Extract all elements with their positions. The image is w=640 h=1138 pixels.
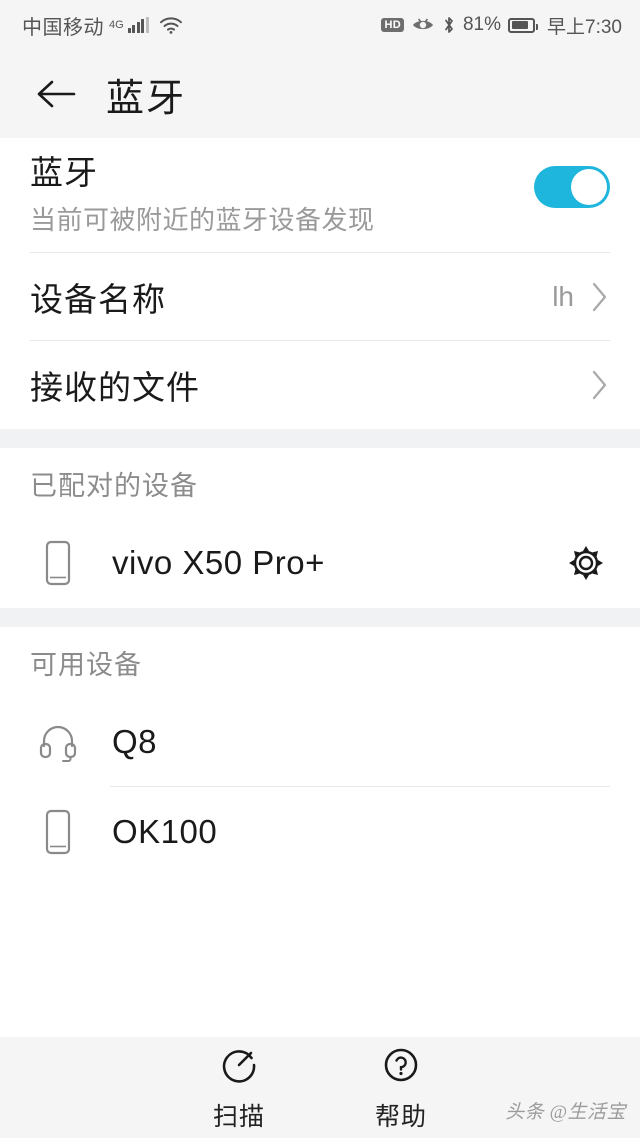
bluetooth-settings-screen: 中国移动 4G HD 81% 早上7:30 蓝牙 蓝牙 当前可被附近的蓝牙设备发… bbox=[0, 0, 640, 1138]
toggle-knob bbox=[571, 169, 607, 205]
section-gap-band bbox=[0, 608, 640, 627]
status-bar: 中国移动 4G HD 81% 早上7:30 bbox=[0, 0, 640, 50]
help-button-label: 帮助 bbox=[375, 1103, 428, 1131]
device-name-label: 设备名称 bbox=[30, 281, 166, 318]
status-bar-left: 中国移动 4G bbox=[22, 11, 183, 40]
chevron-right-icon bbox=[590, 280, 610, 314]
watermark-label: 头条 @生活宝 bbox=[505, 1102, 626, 1123]
paired-devices-header: 已配对的设备 bbox=[0, 448, 640, 518]
available-device-row[interactable]: OK100 bbox=[0, 787, 640, 877]
bottom-action-bar: 扫描 帮助 头条 @生活宝 bbox=[0, 1037, 640, 1138]
status-bar-right: HD 81% 早上7:30 bbox=[381, 12, 622, 39]
phone-icon bbox=[30, 808, 86, 856]
paired-device-name: vivo X50 Pro+ bbox=[112, 544, 325, 581]
app-bar: 蓝牙 bbox=[0, 50, 640, 138]
bluetooth-master-row[interactable]: 蓝牙 当前可被附近的蓝牙设备发现 bbox=[0, 138, 640, 253]
available-device-name: OK100 bbox=[112, 813, 218, 850]
headphones-icon bbox=[30, 721, 86, 763]
bluetooth-master-text: 蓝牙 当前可被附近的蓝牙设备发现 bbox=[30, 152, 534, 237]
carrier-label: 中国移动 bbox=[22, 16, 104, 39]
battery-percent-label: 81% bbox=[462, 14, 502, 35]
gear-icon[interactable] bbox=[562, 539, 610, 587]
available-devices-header: 可用设备 bbox=[0, 627, 640, 697]
bluetooth-master-subtitle: 当前可被附近的蓝牙设备发现 bbox=[30, 205, 375, 236]
back-arrow-icon[interactable] bbox=[30, 68, 82, 120]
hd-badge: HD bbox=[381, 17, 404, 33]
device-name-row[interactable]: 设备名称 lh bbox=[0, 253, 640, 341]
phone-icon bbox=[30, 539, 86, 587]
available-device-name: Q8 bbox=[112, 723, 158, 760]
bluetooth-master-title: 蓝牙 bbox=[30, 154, 98, 191]
received-files-label: 接收的文件 bbox=[30, 369, 200, 406]
eye-comfort-icon bbox=[411, 16, 435, 34]
clock-label: 早上7:30 bbox=[547, 16, 622, 38]
bluetooth-toggle-switch[interactable] bbox=[534, 166, 610, 208]
scan-refresh-icon bbox=[218, 1044, 260, 1091]
question-circle-icon bbox=[380, 1044, 422, 1091]
section-gap-band bbox=[0, 429, 640, 448]
paired-device-row[interactable]: vivo X50 Pro+ bbox=[0, 518, 640, 608]
signal-bars-icon bbox=[127, 17, 149, 33]
wifi-icon bbox=[159, 16, 183, 34]
network-type-label: 4G bbox=[109, 18, 124, 31]
help-button[interactable]: 帮助 bbox=[375, 1044, 427, 1133]
received-files-row[interactable]: 接收的文件 bbox=[0, 341, 640, 429]
available-device-row[interactable]: Q8 bbox=[0, 697, 640, 787]
device-name-value: lh bbox=[552, 281, 574, 312]
scan-button[interactable]: 扫描 bbox=[213, 1044, 265, 1133]
settings-list: 蓝牙 当前可被附近的蓝牙设备发现 设备名称 lh 接收的文件 已配对的设备 vi… bbox=[0, 138, 640, 1037]
bluetooth-icon bbox=[442, 15, 456, 35]
page-title: 蓝牙 bbox=[106, 77, 187, 120]
battery-icon bbox=[508, 17, 539, 33]
paired-devices-header-label: 已配对的设备 bbox=[30, 470, 198, 501]
available-devices-header-label: 可用设备 bbox=[30, 649, 142, 680]
scan-button-label: 扫描 bbox=[212, 1103, 265, 1131]
chevron-right-icon bbox=[590, 368, 610, 402]
